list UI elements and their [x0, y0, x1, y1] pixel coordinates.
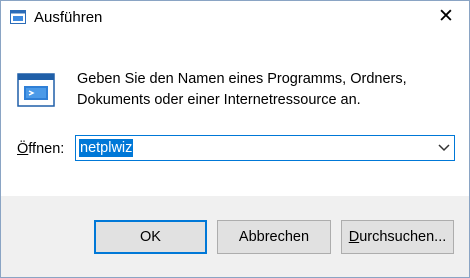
- close-icon: ✕: [438, 6, 454, 27]
- ok-button-label: OK: [140, 229, 161, 245]
- instruction-line-1: Geben Sie den Namen eines Programms, Ord…: [77, 71, 407, 87]
- open-label-accelerator: Ö: [17, 141, 29, 157]
- browse-button-label: urchsuchen...: [359, 229, 447, 245]
- open-combobox[interactable]: netplwiz: [75, 135, 455, 161]
- window-title: Ausführen: [34, 9, 103, 26]
- cancel-button[interactable]: Abbrechen: [217, 220, 331, 254]
- instruction-line-2: Dokuments oder einer Internetressource a…: [77, 92, 361, 108]
- browse-button-accelerator: D: [348, 229, 360, 245]
- open-label: Öffnen:: [17, 141, 64, 157]
- title-bar[interactable]: Ausführen ✕: [1, 1, 469, 35]
- run-icon: [17, 73, 55, 107]
- open-input-value[interactable]: netplwiz: [79, 139, 134, 157]
- close-button[interactable]: ✕: [423, 1, 469, 32]
- open-label-text: ffnen:: [28, 141, 65, 157]
- cancel-button-label: Abbrechen: [238, 229, 310, 245]
- ok-button[interactable]: OK: [94, 220, 207, 254]
- run-app-icon: [10, 10, 26, 24]
- run-dialog-window: Ausführen ✕ Geben Sie den Namen eines Pr…: [0, 0, 470, 278]
- instruction-text: Geben Sie den Namen eines Programms, Ord…: [77, 69, 457, 111]
- browse-button[interactable]: Durchsuchen...: [341, 220, 454, 254]
- chevron-down-icon[interactable]: [438, 143, 450, 153]
